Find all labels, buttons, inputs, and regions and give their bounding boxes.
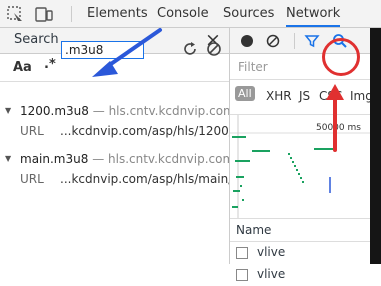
annotation-red-arrowhead: [326, 84, 344, 100]
table-row[interactable]: vlive: [230, 264, 381, 286]
row-type-icon: [236, 269, 248, 281]
annotation-blue-arrow: [106, 28, 162, 68]
row-name[interactable]: vlive: [257, 267, 285, 281]
annotation-red-circle: [322, 38, 360, 76]
annotation-overlay: [92, 28, 344, 152]
